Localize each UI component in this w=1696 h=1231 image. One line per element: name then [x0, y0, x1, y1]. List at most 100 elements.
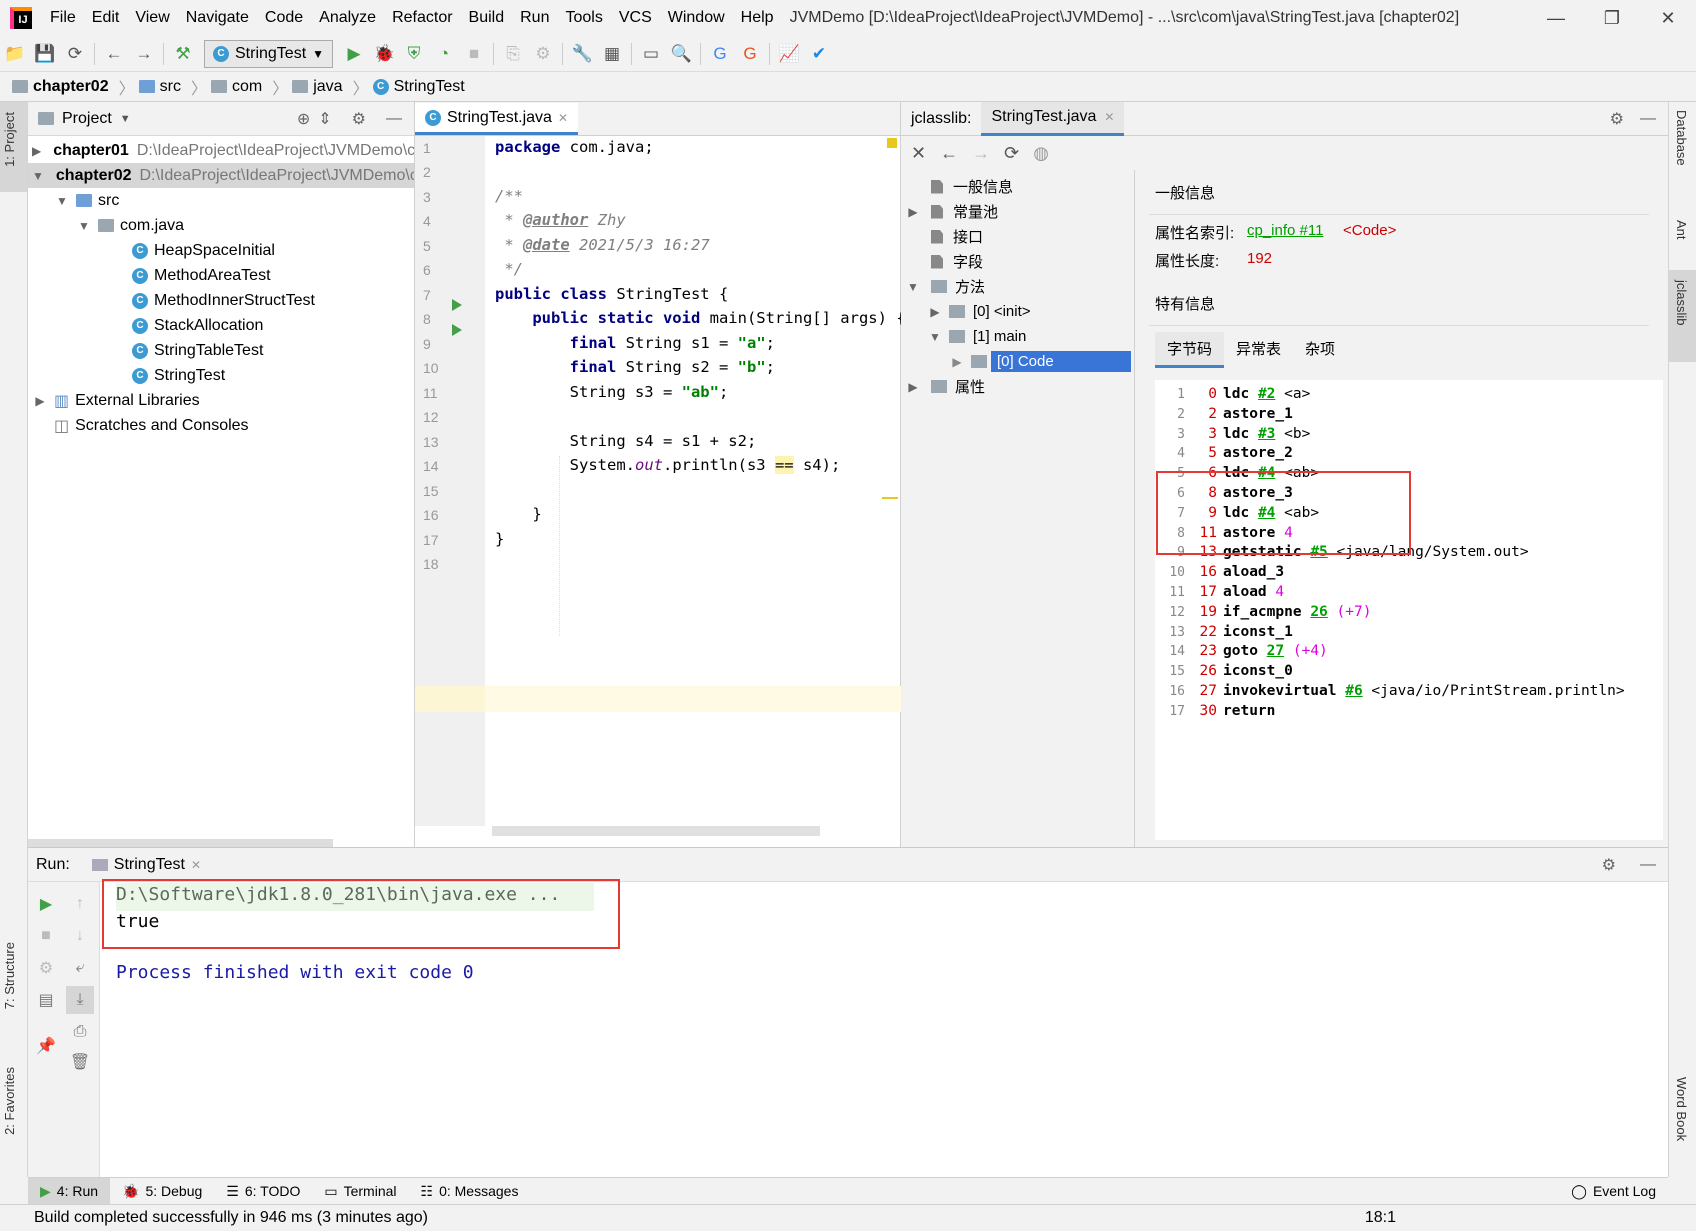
jtree-general-info[interactable]: 一般信息 [901, 174, 1134, 199]
horizontal-scrollbar[interactable] [492, 826, 820, 836]
menu-edit[interactable]: Edit [84, 0, 128, 36]
minimize-icon[interactable]: — [1528, 0, 1584, 36]
tool-tab-run[interactable]: ▶ 4: Run [28, 1177, 111, 1205]
tree-item-class[interactable]: C StackAllocation [28, 313, 414, 338]
project-structure-icon[interactable]: ▦ [597, 39, 627, 69]
tree-item-com-java[interactable]: ▼ com.java [28, 213, 414, 238]
menu-vcs[interactable]: VCS [611, 0, 660, 36]
coverage-icon[interactable]: ⛨ [399, 39, 429, 69]
favorites-tool-tab[interactable]: 2: Favorites [2, 1067, 17, 1135]
run-configuration-select[interactable]: C StringTest ▼ [204, 39, 334, 68]
print-icon[interactable]: ⎙ [66, 1018, 94, 1046]
bytecode-row[interactable]: 14 23 goto 27 (+4) [1155, 643, 1655, 664]
statistic-chart-icon[interactable]: 📈 [774, 39, 804, 69]
bytecode-row[interactable]: 11 17 aload 4 [1155, 584, 1655, 605]
bytecode-row[interactable]: 15 26 iconst_0 [1155, 663, 1655, 684]
bytecode-ref-link[interactable]: #6 [1345, 683, 1362, 699]
caret-position[interactable]: 18:1 [1365, 1209, 1396, 1227]
menu-analyze[interactable]: Analyze [311, 0, 384, 36]
tool-tab-messages[interactable]: ☷ 0: Messages [409, 1178, 531, 1205]
run-gutter-icon[interactable] [452, 324, 462, 336]
tree-item-class[interactable]: C StringTableTest [28, 338, 414, 363]
tree-item-chapter02[interactable]: ▼ chapter02 D:\IdeaProject\IdeaProject\JVM… [28, 163, 414, 188]
bytecode-row[interactable]: 1 0 ldc #2 <a> [1155, 386, 1655, 407]
stop-icon[interactable]: ■ [459, 39, 489, 69]
structure-tool-tab[interactable]: 7: Structure [2, 942, 17, 1009]
back-icon[interactable]: ← [940, 143, 958, 164]
menu-window[interactable]: Window [660, 0, 733, 36]
bytecode-row[interactable]: 10 16 aload_3 [1155, 564, 1655, 585]
bytecode-row[interactable]: 2 2 astore_1 [1155, 406, 1655, 427]
build-hammer-icon[interactable]: ⚒ [168, 39, 198, 69]
trash-icon[interactable]: 🗑 [66, 1048, 94, 1076]
database-tool-tab[interactable]: Database [1674, 110, 1689, 166]
debug-icon[interactable]: 🐞 [369, 39, 399, 69]
bytecode-listing[interactable]: 1 0 ldc #2 <a> 2 2 astore_1 3 3 ldc #3 <b> 4 5 asto… [1155, 380, 1663, 840]
close-icon[interactable]: ✕ [911, 143, 926, 164]
collapse-all-icon[interactable]: ⇕ [318, 109, 331, 129]
terminal-window-icon[interactable]: ▭ [636, 39, 666, 69]
dump-threads-icon[interactable]: ⚙ [32, 954, 60, 982]
breadcrumb-stringtest[interactable]: C StringTest [372, 78, 465, 96]
scroll-up-icon[interactable]: ↑ [66, 890, 94, 918]
menu-code[interactable]: Code [257, 0, 311, 36]
bytecode-row[interactable]: 13 22 iconst_1 [1155, 624, 1655, 645]
stop-icon[interactable]: ■ [32, 922, 60, 950]
attach-debugger-icon[interactable]: ⎘ [498, 39, 528, 69]
close-tab-icon[interactable]: ✕ [1104, 110, 1114, 124]
gear-icon[interactable]: ⚙ [1610, 109, 1624, 129]
gear-icon[interactable]: ⚙ [1602, 855, 1616, 875]
bytecode-row[interactable]: 12 19 if_acmpne 26 (+7) [1155, 604, 1655, 625]
menu-build[interactable]: Build [461, 0, 513, 36]
checkmark-icon[interactable]: ✔ [804, 39, 834, 69]
warning-stripe-marker[interactable] [882, 497, 898, 499]
inspection-warning-icon[interactable] [887, 138, 897, 148]
jclasslib-tool-tab[interactable]: jclasslib [1674, 280, 1689, 326]
tool-tab-terminal[interactable]: ▭ Terminal [312, 1178, 408, 1205]
wordbook-tool-tab[interactable]: Word Book [1674, 1077, 1689, 1141]
tool-tab-debug[interactable]: 🐞 5: Debug [110, 1178, 214, 1205]
breadcrumb-java[interactable]: java [292, 78, 343, 96]
menu-tools[interactable]: Tools [557, 0, 610, 36]
translate-icon[interactable]: G [705, 39, 735, 69]
breadcrumb-com[interactable]: com [210, 78, 262, 96]
menu-refactor[interactable]: Refactor [384, 0, 460, 36]
jtree-method-main[interactable]: ▼ [1] main [901, 324, 1134, 349]
jtree-code-attribute[interactable]: ▶ [0] Code [901, 349, 1134, 374]
bytecode-ref-link[interactable]: 26 [1310, 604, 1327, 620]
console-exit-message[interactable]: Process finished with exit code 0 [116, 962, 474, 983]
save-icon[interactable]: 💾 [30, 39, 60, 69]
tree-item-class[interactable]: C HeapSpaceInitial [28, 238, 414, 263]
menu-file[interactable]: File [42, 0, 84, 36]
locate-target-icon[interactable]: ⊕ [297, 109, 310, 129]
ant-tool-tab[interactable]: Ant [1674, 220, 1689, 240]
web-globe-icon[interactable]: ◍ [1033, 143, 1049, 164]
translate-alt-icon[interactable]: G [735, 39, 765, 69]
layout-icon[interactable]: ▤ [32, 986, 60, 1014]
bytecode-row[interactable]: 17 30 return [1155, 703, 1655, 724]
pin-icon[interactable]: 📌 [32, 1032, 60, 1060]
forward-icon[interactable]: → [129, 39, 159, 69]
scroll-to-end-icon[interactable]: ⤓ [66, 986, 94, 1014]
run-gutter-icon[interactable] [452, 299, 462, 311]
tab-misc[interactable]: 杂项 [1293, 332, 1347, 368]
menu-view[interactable]: View [127, 0, 177, 36]
scroll-down-icon[interactable]: ↓ [66, 922, 94, 950]
profile-icon[interactable]: ◔ [429, 39, 459, 69]
tree-item-scratches[interactable]: ◫ Scratches and Consoles [28, 413, 414, 438]
jclasslib-tab-stringtest[interactable]: StringTest.java ✕ [981, 101, 1125, 136]
tool-tab-event-log[interactable]: ◯ Event Log [1559, 1178, 1668, 1205]
search-icon[interactable]: 🔍 [666, 39, 696, 69]
tab-exception-table[interactable]: 异常表 [1224, 332, 1293, 368]
hide-panel-icon[interactable]: — [386, 110, 402, 128]
status-message[interactable]: Build completed successfully in 946 ms (… [34, 1209, 428, 1227]
bytecode-ref-link[interactable]: #3 [1258, 426, 1275, 442]
tree-item-chapter01[interactable]: ▶ chapter01 D:\IdeaProject\IdeaProject\JVM… [28, 138, 414, 163]
tree-item-external-libraries[interactable]: ▶ ▥ External Libraries [28, 388, 414, 413]
bytecode-ref-link[interactable]: 27 [1267, 643, 1284, 659]
bytecode-row[interactable]: 16 27 invokevirtual #6 <java/io/PrintStrea… [1155, 683, 1655, 704]
gear-icon[interactable]: ⚙ [352, 109, 366, 129]
forward-icon[interactable]: → [972, 143, 990, 164]
jtree-interfaces[interactable]: 接口 [901, 224, 1134, 249]
hide-panel-icon[interactable]: — [1640, 856, 1656, 874]
